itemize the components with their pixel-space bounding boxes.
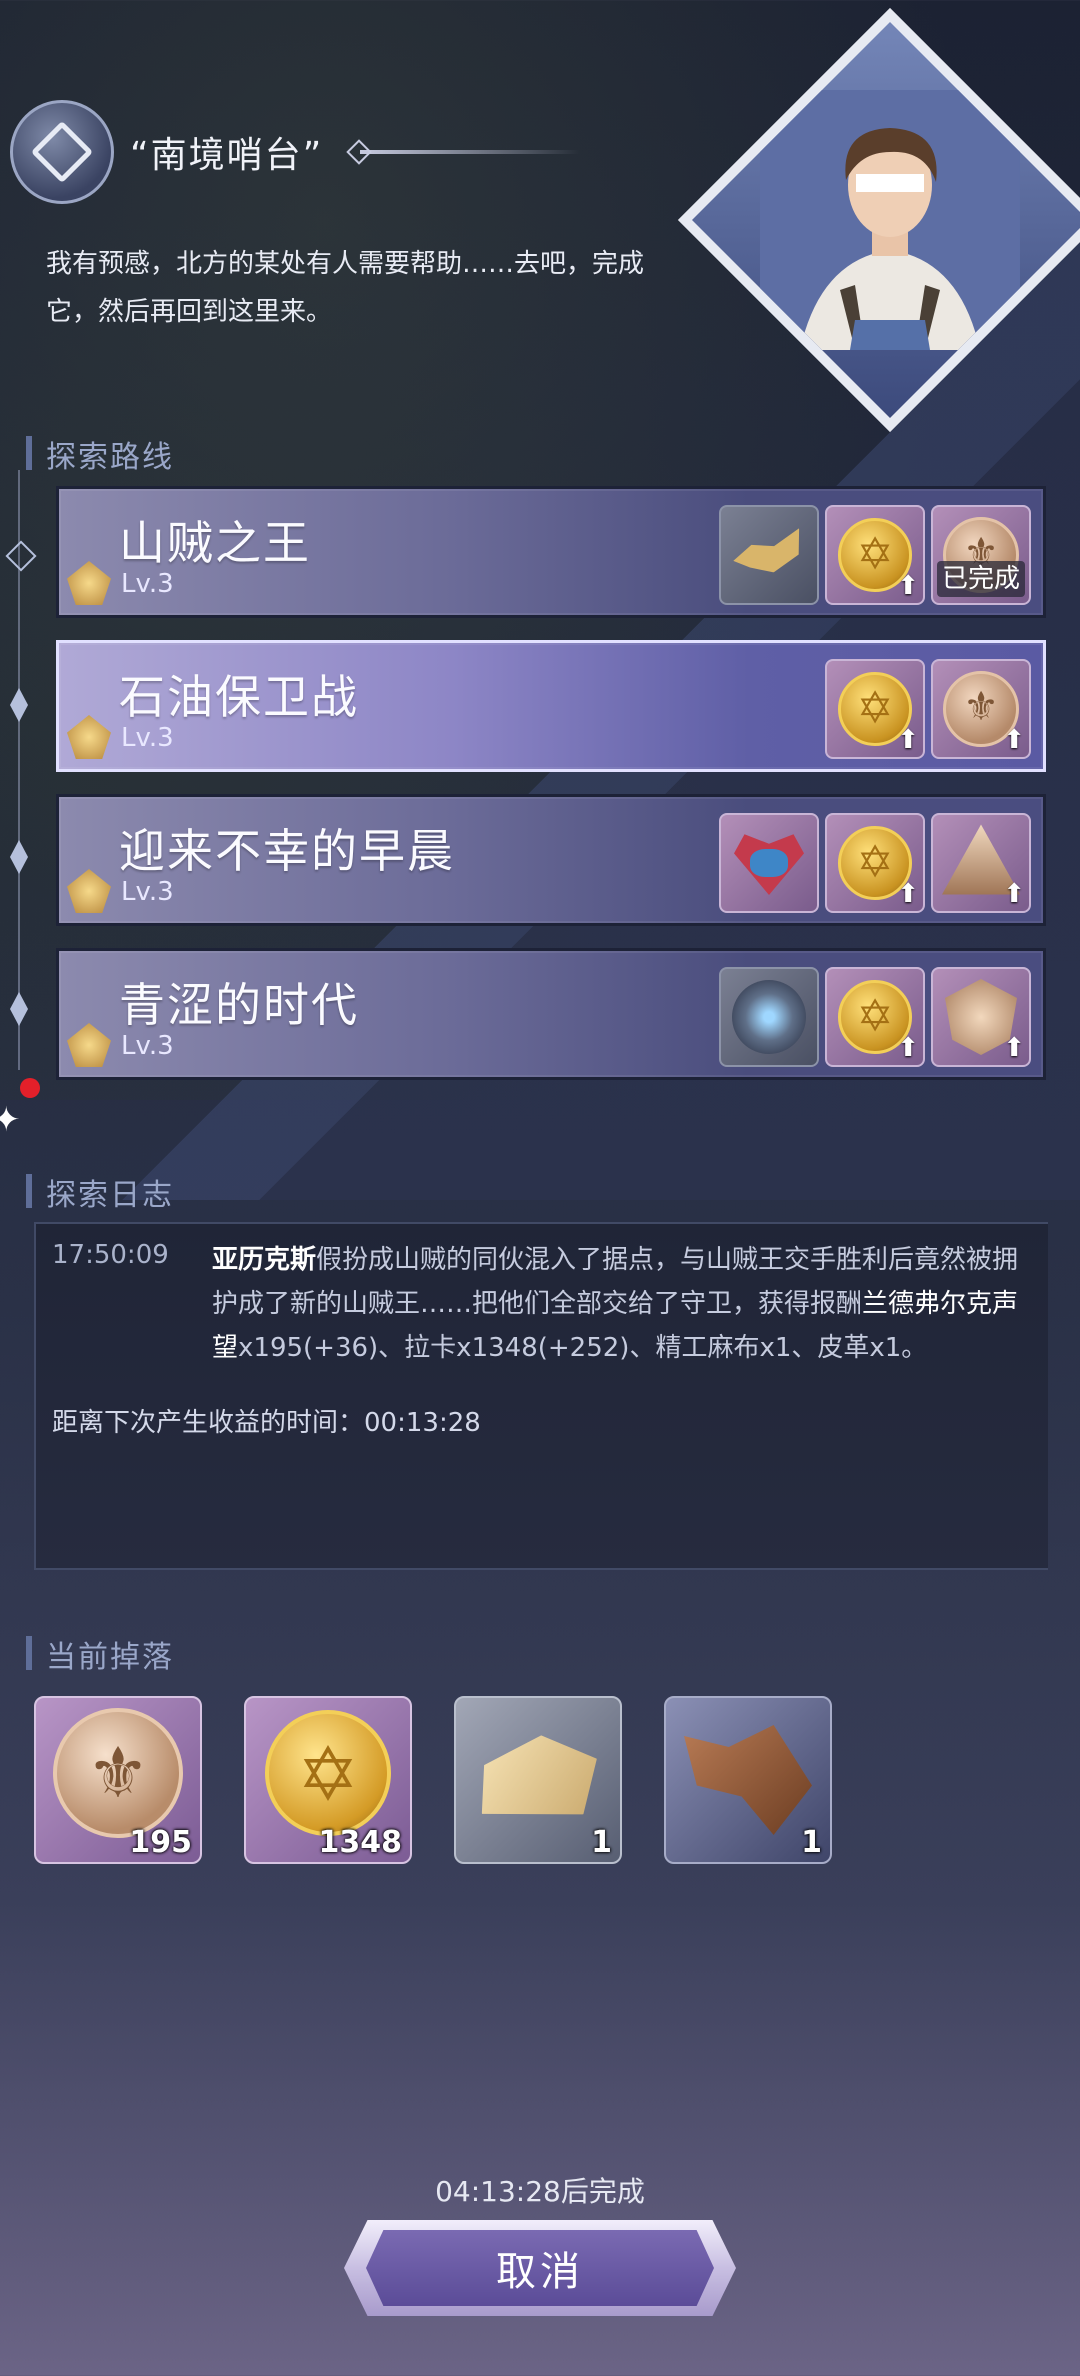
arrow-up-icon: ⬆ (897, 725, 919, 755)
reward-slot[interactable] (719, 813, 819, 913)
drops-section-label: 当前掉落 (20, 1632, 174, 1676)
sparkle-icon: ✦ (0, 1100, 21, 1140)
route-level: Lv.3 (121, 1031, 174, 1061)
next-income-time: 00:13:28 (364, 1408, 481, 1438)
route-card-3[interactable]: 迎来不幸的早晨 Lv.3 ⬆ ⬆ (56, 794, 1046, 926)
log-timestamp: 17:50:09 (52, 1240, 169, 1270)
quest-title: “南境哨台” (130, 135, 324, 176)
character-avatar (760, 90, 1020, 350)
next-income-row: 距离下次产生收益的时间：00:13:28 (52, 1402, 481, 1439)
arrow-up-icon: ⬆ (1003, 879, 1025, 909)
drop-item-linen[interactable]: 1 (454, 1696, 622, 1864)
route-name: 石油保卫战 (119, 670, 359, 724)
drop-item-reputation[interactable]: 195 (34, 1696, 202, 1864)
reward-slot[interactable]: ⬆ (825, 813, 925, 913)
quest-icon[interactable] (10, 100, 114, 204)
route-rewards: ⬆ ⬆ (719, 813, 1031, 913)
log-section-label: 探索日志 (20, 1170, 174, 1214)
route-card-2[interactable]: 石油保卫战 Lv.3 ⬆ ⬆ (56, 640, 1046, 772)
arrow-up-icon: ⬆ (897, 1033, 919, 1063)
medal-icon (53, 1708, 183, 1839)
reward-slot[interactable]: ⬆ (931, 967, 1031, 1067)
linen-icon (468, 1725, 607, 1835)
current-position-marker (20, 1078, 40, 1098)
route-name: 青涩的时代 (119, 978, 359, 1032)
route-name: 山贼之王 (119, 516, 311, 570)
drop-count: 1 (801, 1825, 822, 1860)
route-emblem-icon (67, 715, 111, 759)
reward-slot[interactable]: ⬆ (825, 505, 925, 605)
reward-slot[interactable]: ⬆ (825, 967, 925, 1067)
reward-slot[interactable] (719, 505, 819, 605)
next-income-label: 距离下次产生收益的时间： (52, 1408, 365, 1438)
map-piece-icon (730, 528, 809, 581)
drop-item-raka[interactable]: 1348 (244, 1696, 412, 1864)
cancel-label: 取消 (496, 2249, 584, 2295)
drop-list: 195 1348 1 1 (34, 1696, 832, 1864)
route-name: 迎来不幸的早晨 (119, 824, 455, 878)
drop-item-leather[interactable]: 1 (664, 1696, 832, 1864)
cancel-button[interactable]: 取消 (344, 2220, 736, 2316)
title-decoration (360, 150, 580, 154)
drop-count: 1 (591, 1825, 612, 1860)
reward-slot[interactable] (719, 967, 819, 1067)
route-level: Lv.3 (121, 569, 174, 599)
heart-box-icon (734, 834, 804, 895)
reward-slot[interactable]: ⬆ (825, 659, 925, 759)
route-card-1[interactable]: 山贼之王 Lv.3 ⬆ 已完成 (56, 486, 1046, 618)
log-entry: 亚历克斯假扮成山贼的同伙混入了据点，与山贼王交手胜利后竟然被拥护成了新的山贼王…… (212, 1238, 1032, 1370)
orb-icon (732, 980, 806, 1054)
coin-icon (265, 1710, 391, 1837)
reward-slot[interactable]: ⬆ (931, 813, 1031, 913)
reward-slot[interactable]: ⬆ (931, 659, 1031, 759)
route-emblem-icon (67, 869, 111, 913)
route-level: Lv.3 (121, 877, 174, 907)
finish-countdown: 04:13:28后完成 (435, 2175, 645, 2208)
log-text-part2: x195(+36)、拉卡x1348(+252)、精工麻布x1、皮革x1。 (238, 1333, 928, 1363)
leather-icon (684, 1725, 812, 1835)
arrow-up-icon: ⬆ (1003, 725, 1025, 755)
exploration-log[interactable]: 17:50:09 亚历克斯假扮成山贼的同伙混入了据点，与山贼王交手胜利后竟然被拥… (34, 1222, 1048, 1570)
routes-section-label: 探索路线 (20, 432, 174, 476)
route-emblem-icon (67, 1023, 111, 1067)
route-level: Lv.3 (121, 723, 174, 753)
arrow-up-icon: ⬆ (1003, 1033, 1025, 1063)
quest-description: 我有预感，北方的某处有人需要帮助……去吧，完成它，然后再回到这里来。 (46, 249, 645, 327)
route-card-4[interactable]: 青涩的时代 Lv.3 ⬆ ⬆ (56, 948, 1046, 1080)
log-hero-name: 亚历克斯 (212, 1245, 317, 1275)
route-rewards: ⬆ ⬆ (825, 659, 1031, 759)
route-rewards: ⬆ 已完成 (719, 505, 1031, 605)
arrow-up-icon: ⬆ (897, 571, 919, 601)
drop-count: 1348 (318, 1825, 403, 1860)
completed-tag: 已完成 (937, 561, 1025, 597)
drop-count: 195 (129, 1825, 192, 1860)
arrow-up-icon: ⬆ (897, 879, 919, 909)
route-emblem-icon (67, 561, 111, 605)
route-rewards: ⬆ ⬆ (719, 967, 1031, 1067)
reward-slot[interactable]: 已完成 (931, 505, 1031, 605)
